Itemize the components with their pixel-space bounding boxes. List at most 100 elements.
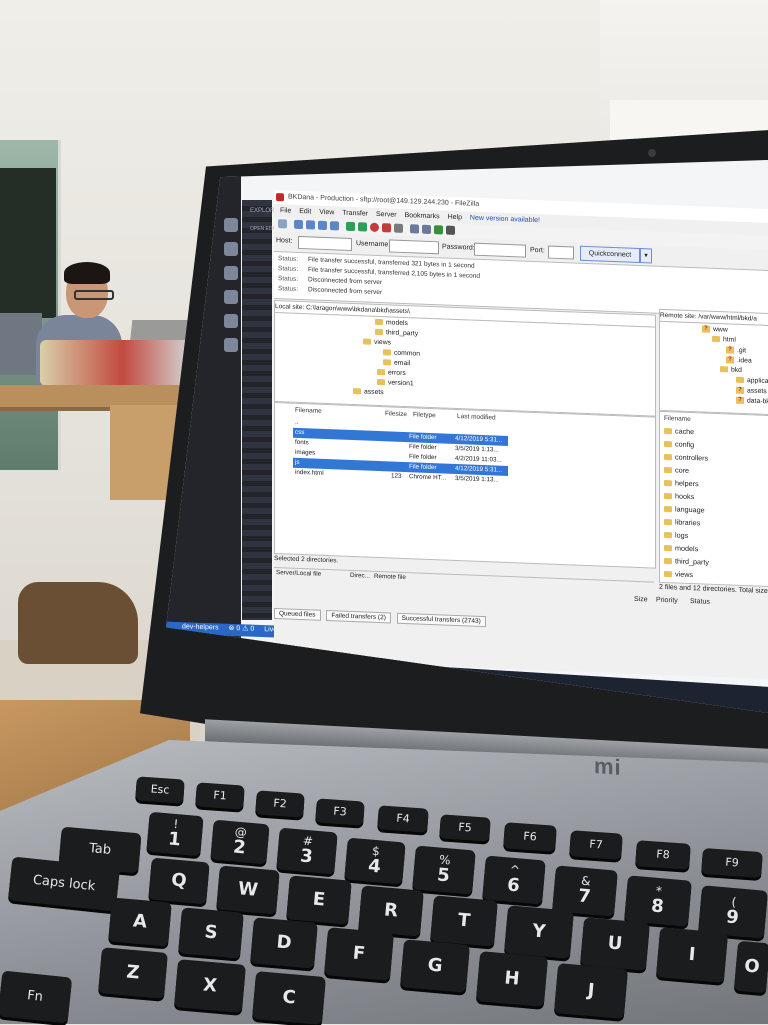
tree-node[interactable]: third_party [375, 329, 418, 338]
tree-node[interactable]: application [736, 376, 768, 385]
list-item[interactable]: cache [664, 426, 694, 436]
key-f1[interactable]: F1 [195, 782, 245, 810]
list-item[interactable]: config [664, 439, 694, 449]
col-filename[interactable]: Filename [664, 415, 691, 423]
process-queue-icon[interactable] [358, 222, 367, 232]
tree-node[interactable]: views [363, 338, 391, 346]
key-f2[interactable]: F2 [255, 790, 305, 818]
filter-icon[interactable] [410, 224, 419, 234]
quickconnect-dropdown-icon[interactable]: ▾ [640, 248, 652, 264]
key-f3[interactable]: F3 [315, 798, 365, 826]
toggle-queue-icon[interactable] [330, 221, 339, 231]
key-6[interactable]: ^ 6 [482, 855, 546, 905]
find-files-icon[interactable] [446, 225, 455, 235]
key-x[interactable]: X [174, 959, 246, 1013]
key-o[interactable]: O [733, 940, 768, 994]
key-j[interactable]: J [553, 963, 629, 1019]
key-w[interactable]: W [216, 865, 280, 915]
status-branch[interactable]: dev-helpers [182, 623, 219, 631]
list-item[interactable]: controllers [664, 452, 708, 463]
tree-node[interactable]: ? assets [736, 386, 767, 395]
col-size[interactable]: Size [634, 596, 648, 604]
key-z[interactable]: Z [98, 947, 168, 999]
col-filesize[interactable]: Filesize [385, 410, 407, 418]
tab-successful-transfers[interactable]: Successful transfers (2743) [396, 612, 486, 628]
menu-bookmarks[interactable]: Bookmarks [405, 212, 440, 220]
source-control-icon[interactable] [224, 266, 238, 280]
list-item[interactable]: third_party [664, 556, 709, 567]
password-input[interactable] [474, 242, 526, 258]
key-t[interactable]: T [430, 895, 498, 947]
key-f[interactable]: F [324, 927, 394, 981]
menu-file[interactable]: File [280, 207, 291, 214]
status-problems[interactable]: ⊗ 0 ⚠ 0 [229, 625, 255, 633]
key-8[interactable]: * 8 [624, 875, 692, 927]
port-input[interactable] [548, 245, 574, 260]
key-4[interactable]: $4 [344, 837, 406, 885]
cancel-icon[interactable] [370, 222, 379, 233]
key-a[interactable]: A [108, 897, 172, 947]
menu-help[interactable]: Help [448, 214, 462, 222]
list-item[interactable]: hooks [664, 491, 694, 501]
menu-server[interactable]: Server [376, 211, 397, 219]
col-server-local-file[interactable]: Server/Local file [276, 568, 321, 580]
list-item[interactable]: helpers [664, 478, 699, 488]
col-last-modified[interactable]: Last modified [457, 413, 496, 421]
tree-node[interactable]: bkd [720, 366, 742, 374]
tree-node[interactable]: errors [377, 369, 406, 377]
key-g[interactable]: G [400, 939, 470, 993]
col-priority[interactable]: Priority [656, 597, 678, 605]
tab-failed-transfers[interactable]: Failed transfers (2) [326, 610, 391, 624]
site-manager-icon[interactable] [278, 219, 287, 229]
tree-node[interactable]: assets [353, 388, 384, 396]
key-d[interactable]: D [250, 917, 318, 969]
compare-icon[interactable] [422, 224, 431, 235]
key-u[interactable]: U [580, 917, 650, 971]
menu-view[interactable]: View [319, 209, 334, 217]
key-i[interactable]: I [655, 927, 729, 983]
key-esc[interactable]: Esc [135, 776, 185, 804]
list-item[interactable]: logs [664, 530, 688, 540]
tree-node[interactable]: ? data-bkd [736, 396, 768, 405]
col-filetype[interactable]: Filetype [413, 411, 436, 419]
list-item[interactable]: views [664, 569, 693, 579]
key-y[interactable]: Y [504, 905, 574, 959]
list-item[interactable]: models [664, 543, 698, 553]
tree-node[interactable]: html [712, 336, 736, 344]
extensions-icon[interactable] [224, 314, 238, 328]
reconnect-icon[interactable] [394, 223, 403, 233]
key-1[interactable]: ! 1 [146, 811, 204, 857]
explorer-icon[interactable] [224, 218, 238, 232]
username-input[interactable] [389, 239, 439, 255]
tree-node[interactable]: ? .idea [726, 356, 752, 365]
key-5[interactable]: % 5 [412, 845, 476, 895]
key-fn[interactable]: Fn [0, 970, 73, 1024]
key-q[interactable]: Q [148, 857, 210, 905]
key-e[interactable]: E [286, 875, 352, 925]
menu-edit[interactable]: Edit [299, 208, 311, 215]
key-c[interactable]: C [252, 971, 326, 1025]
toggle-tree-icon[interactable] [306, 220, 315, 230]
key-h[interactable]: H [475, 951, 549, 1007]
debug-icon[interactable] [224, 290, 238, 304]
key-2[interactable]: @2 [210, 819, 270, 865]
key-f7[interactable]: F7 [569, 830, 623, 860]
quickconnect-button[interactable]: Quickconnect [580, 245, 640, 264]
tree-node[interactable]: email [383, 359, 410, 367]
search-icon[interactable] [224, 242, 238, 256]
sync-browse-icon[interactable] [434, 225, 443, 235]
tree-node[interactable]: common [383, 349, 420, 358]
col-filename[interactable]: Filename [295, 407, 322, 415]
host-input[interactable] [298, 235, 352, 251]
tree-node[interactable]: models [375, 319, 408, 327]
vscode-file-tree[interactable] [242, 200, 272, 620]
key-f9[interactable]: F9 [701, 847, 763, 879]
toggle-log-icon[interactable] [294, 219, 303, 230]
col-direction[interactable]: Direc... [350, 571, 370, 582]
col-remote-file[interactable]: Remote file [374, 572, 406, 583]
remote-icon[interactable] [224, 338, 238, 352]
key-r[interactable]: R [358, 885, 424, 937]
list-item[interactable]: core [664, 465, 689, 475]
tree-node[interactable]: ? .git [726, 346, 746, 354]
key-f6[interactable]: F6 [503, 822, 557, 852]
